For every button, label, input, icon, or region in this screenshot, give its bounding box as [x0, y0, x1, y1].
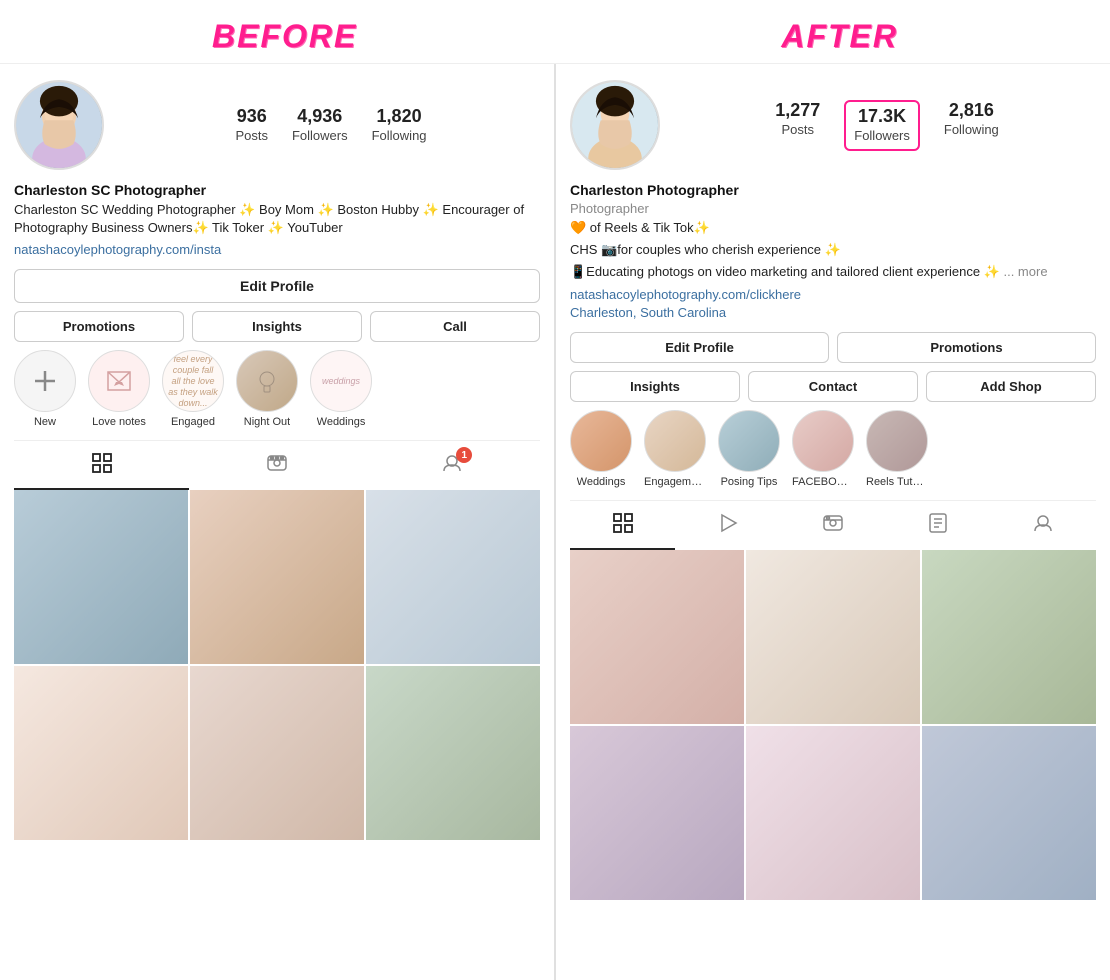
highlight-facebook-circle	[792, 410, 854, 472]
before-following-stat: 1,820 Following	[372, 106, 427, 145]
before-call-button[interactable]: Call	[370, 311, 540, 342]
after-label: AFTER	[781, 18, 898, 55]
after-photo-1	[570, 550, 744, 724]
highlight-reels-label: Reels Tutori...	[866, 476, 928, 488]
after-photo-2	[746, 550, 920, 724]
after-posts-stat: 1,277 Posts	[775, 100, 820, 151]
after-tab-guide[interactable]	[886, 501, 991, 550]
after-promotions-button[interactable]: Promotions	[837, 332, 1096, 363]
before-photo-2	[190, 490, 364, 664]
highlight-weddings-before[interactable]: weddings Weddings	[310, 350, 372, 428]
after-bio-link[interactable]: natashacoylephotography.com/clickhere	[570, 287, 801, 302]
before-photo-3	[366, 490, 540, 664]
highlight-love-label: Love notes	[92, 416, 146, 428]
highlight-new[interactable]: New	[14, 350, 76, 428]
after-followers-stat: 17.3K Followers	[844, 100, 920, 151]
highlight-posing[interactable]: Posing Tips	[718, 410, 780, 488]
highlight-facebook[interactable]: FACEBOOK...	[792, 410, 854, 488]
highlight-engaged[interactable]: feel every couple fall all the love as t…	[162, 350, 224, 428]
after-photo-grid	[570, 550, 1096, 900]
highlight-engagements[interactable]: Engagements	[644, 410, 706, 488]
highlight-love-circle	[88, 350, 150, 412]
after-photo-5	[746, 726, 920, 900]
after-tab-reels[interactable]	[780, 501, 885, 550]
before-photo-5	[190, 666, 364, 840]
highlight-nightout-circle	[236, 350, 298, 412]
before-bio-link[interactable]: natashacoylephotography.com/insta	[14, 242, 221, 257]
after-profile-header: 1,277 Posts 17.3K Followers 2,816 Follow…	[570, 80, 1096, 170]
before-bio: Charleston SC Photographer Charleston SC…	[14, 182, 540, 259]
before-photo-1	[14, 490, 188, 664]
after-avatar	[570, 80, 660, 170]
after-photo-4	[570, 726, 744, 900]
highlight-weddings-before-circle: weddings	[310, 350, 372, 412]
before-stats: 936 Posts 4,936 Followers 1,820 Followin…	[122, 106, 540, 145]
after-edit-profile-button[interactable]: Edit Profile	[570, 332, 829, 363]
before-edit-profile-button[interactable]: Edit Profile	[14, 269, 540, 303]
before-label: BEFORE	[212, 18, 357, 55]
before-avatar	[14, 80, 104, 170]
after-top-buttons: Edit Profile Promotions	[570, 332, 1096, 363]
highlight-facebook-label: FACEBOOK...	[792, 476, 854, 488]
after-location: Charleston, South Carolina	[570, 305, 726, 320]
highlight-posing-circle	[718, 410, 780, 472]
comparison-header: BEFORE AFTER	[0, 0, 1110, 63]
highlight-nightout-label: Night Out	[244, 416, 290, 428]
highlight-weddings-after[interactable]: Weddings	[570, 410, 632, 488]
after-tab-tagged[interactable]	[991, 501, 1096, 550]
highlight-night-out[interactable]: Night Out	[236, 350, 298, 428]
panels-container: 936 Posts 4,936 Followers 1,820 Followin…	[0, 63, 1110, 980]
after-photo-6	[922, 726, 1096, 900]
after-stats: 1,277 Posts 17.3K Followers 2,816 Follow…	[678, 100, 1096, 151]
highlight-engaged-circle: feel every couple fall all the love as t…	[162, 350, 224, 412]
highlight-new-circle	[14, 350, 76, 412]
after-tab-video[interactable]	[675, 501, 780, 550]
after-bio: Charleston Photographer Photographer 🧡 o…	[570, 182, 1096, 322]
highlight-new-label: New	[34, 416, 56, 428]
highlight-engagements-circle	[644, 410, 706, 472]
before-photo-4	[14, 666, 188, 840]
highlight-engaged-label: Engaged	[171, 416, 215, 428]
after-action-buttons: Insights Contact Add Shop	[570, 371, 1096, 402]
highlight-posing-label: Posing Tips	[721, 476, 778, 488]
before-highlights: New Love notes feel every couple fall al…	[14, 350, 540, 428]
after-contact-button[interactable]: Contact	[748, 371, 918, 402]
highlight-weddings-before-label: Weddings	[317, 416, 366, 428]
highlight-weddings-circle	[570, 410, 632, 472]
before-photo-grid	[14, 490, 540, 840]
before-insights-button[interactable]: Insights	[192, 311, 362, 342]
before-photo-6	[366, 666, 540, 840]
after-panel: 1,277 Posts 17.3K Followers 2,816 Follow…	[556, 64, 1110, 980]
before-tab-bar: 1	[14, 440, 540, 490]
before-promotions-button[interactable]: Promotions	[14, 311, 184, 342]
before-followers-stat: 4,936 Followers	[292, 106, 348, 145]
highlight-reels-circle	[866, 410, 928, 472]
before-tab-grid[interactable]	[14, 441, 189, 490]
before-tab-reels[interactable]	[189, 441, 364, 490]
after-tab-bar	[570, 500, 1096, 550]
before-posts-stat: 936 Posts	[235, 106, 268, 145]
highlight-engagements-label: Engagements	[644, 476, 706, 488]
after-following-stat: 2,816 Following	[944, 100, 999, 151]
before-tab-tagged[interactable]: 1	[365, 441, 540, 490]
after-highlights: Weddings Engagements Posing Tips FACEBOO…	[570, 410, 1096, 488]
highlight-reels[interactable]: Reels Tutori...	[866, 410, 928, 488]
after-photo-3	[922, 550, 1096, 724]
before-action-buttons: Promotions Insights Call	[14, 311, 540, 342]
before-profile-header: 936 Posts 4,936 Followers 1,820 Followin…	[14, 80, 540, 170]
after-insights-button[interactable]: Insights	[570, 371, 740, 402]
highlight-weddings-label: Weddings	[577, 476, 626, 488]
notification-badge: 1	[456, 447, 472, 463]
before-panel: 936 Posts 4,936 Followers 1,820 Followin…	[0, 64, 556, 980]
highlight-love-notes[interactable]: Love notes	[88, 350, 150, 428]
after-tab-grid[interactable]	[570, 501, 675, 550]
after-add-shop-button[interactable]: Add Shop	[926, 371, 1096, 402]
